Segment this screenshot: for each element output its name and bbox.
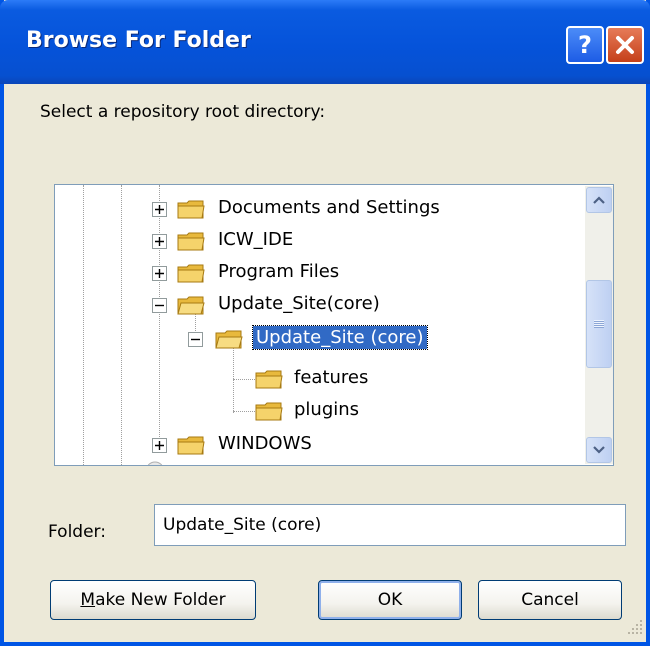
ok-button[interactable]: OK [318, 580, 462, 620]
chevron-down-icon [593, 446, 605, 454]
tree-item[interactable]: features [55, 365, 575, 393]
drive-icon [147, 461, 163, 465]
cancel-label: Cancel [521, 590, 579, 610]
tree-item[interactable]: WINDOWS [55, 431, 575, 459]
folder-icon [177, 264, 205, 283]
close-button[interactable] [606, 26, 644, 64]
tree-item[interactable]: Documents and Settings [55, 195, 575, 223]
tree-item[interactable]: ICW_IDE [55, 227, 575, 255]
cancel-button[interactable]: Cancel [478, 580, 622, 620]
scroll-down-button[interactable] [586, 437, 612, 463]
expand-icon[interactable] [152, 234, 167, 249]
tree-item-label: plugins [294, 399, 360, 420]
close-icon [616, 36, 634, 54]
help-icon: ? [578, 31, 592, 59]
tree-item-label: Documents and Settings [218, 197, 440, 218]
tree-item-label: ICW_IDE [218, 229, 294, 250]
scroll-up-button[interactable] [586, 187, 612, 213]
tree-item[interactable]: Program Files [55, 259, 575, 287]
ok-label: OK [377, 590, 403, 610]
folder-tree[interactable]: Documents and Settings ICW_IDE Program F… [54, 184, 614, 466]
tree-item[interactable]: plugins [55, 397, 575, 425]
dialog-prompt: Select a repository root directory: [40, 102, 326, 122]
vertical-scrollbar[interactable] [585, 186, 613, 464]
tree-item[interactable]: Update_Site(core) [55, 291, 575, 319]
folder-icon [255, 370, 283, 389]
make-new-folder-label: Make New Folder [80, 590, 226, 610]
tree-item-label: features [294, 367, 369, 388]
collapse-icon[interactable] [152, 298, 167, 313]
tree-item-label: Update_Site(core) [218, 293, 380, 314]
expand-icon[interactable] [152, 202, 167, 217]
chevron-up-icon [593, 196, 605, 204]
folder-input[interactable] [154, 504, 626, 546]
help-button[interactable]: ? [566, 26, 604, 64]
folder-icon [255, 402, 283, 421]
tree-item-label: WINDOWS [218, 433, 312, 454]
expand-icon[interactable] [152, 438, 167, 453]
tree-item-label: Update_Site (core) [252, 325, 428, 350]
open-folder-icon [215, 330, 243, 349]
collapse-icon[interactable] [188, 332, 203, 347]
make-new-folder-button[interactable]: Make New Folder [50, 580, 256, 620]
resize-grip-icon[interactable] [626, 618, 644, 636]
folder-icon [177, 232, 205, 251]
expand-icon[interactable] [152, 266, 167, 281]
folder-icon [177, 436, 205, 455]
folder-icon [177, 200, 205, 219]
scroll-thumb[interactable] [586, 280, 612, 368]
folder-label: Folder: [48, 522, 106, 542]
tree-item-label: Program Files [218, 261, 340, 282]
grip-icon [594, 320, 604, 328]
tree-item-selected[interactable]: Update_Site (core) [55, 325, 575, 353]
window-title: Browse For Folder [26, 28, 251, 53]
browse-for-folder-dialog: Browse For Folder ? Select a repository … [0, 0, 650, 646]
title-bar[interactable]: Browse For Folder ? [0, 0, 650, 84]
open-folder-icon [177, 296, 205, 315]
